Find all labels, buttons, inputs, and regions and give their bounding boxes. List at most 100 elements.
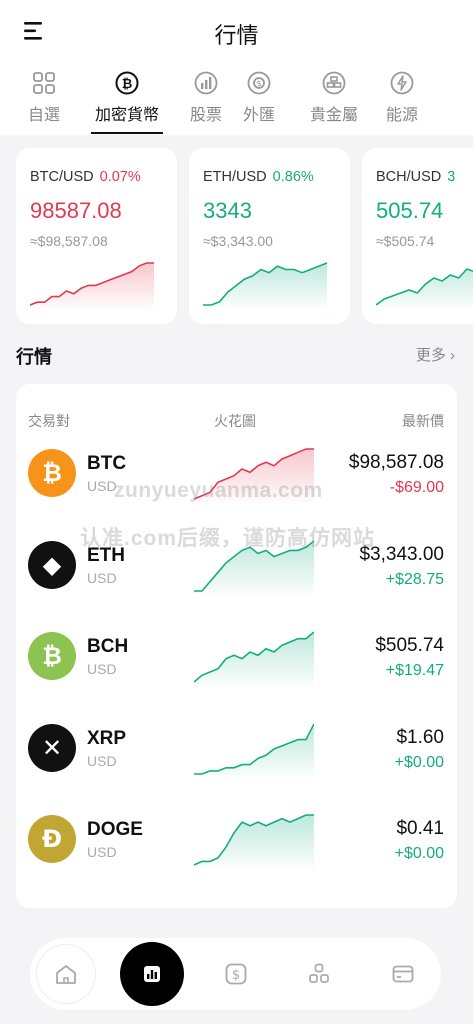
row-sparkline xyxy=(194,814,314,868)
sparkline-area xyxy=(194,723,314,777)
featured-card-btc[interactable]: BTC/USD 0.07% 98587.08 ≈$98,587.08 xyxy=(16,148,177,324)
tab-energy[interactable]: 能源 xyxy=(385,66,419,134)
latest-price: $1.60 xyxy=(396,726,444,748)
doge-logo-icon: Ð xyxy=(28,815,76,863)
svg-text:₿: ₿ xyxy=(122,77,133,92)
tab-label: 加密貨幣 xyxy=(95,107,160,124)
header-sparkline: 火花圖 xyxy=(214,413,256,429)
price-change: +$19.47 xyxy=(385,662,444,679)
tab-label: 能源 xyxy=(385,107,418,124)
card-change: 3 xyxy=(447,169,456,185)
asset-icon xyxy=(309,963,329,983)
stock-chart-icon xyxy=(194,71,218,95)
card-price: 98587.08 xyxy=(30,198,122,223)
page-title: 行情 xyxy=(214,23,259,48)
price-change: +$0.00 xyxy=(394,753,444,771)
row-sparkline xyxy=(194,539,314,594)
price-change: +$28.75 xyxy=(385,570,444,588)
svg-text:Ð: Ð xyxy=(42,825,62,853)
eth-logo-icon: ◆ xyxy=(28,540,76,589)
svg-text:◆: ◆ xyxy=(43,551,62,579)
card-pair: ETH/USD 0.86% xyxy=(203,169,314,185)
sparkline-area xyxy=(194,449,314,502)
energy-icon xyxy=(390,71,414,95)
price-change: +$0.00 xyxy=(394,845,444,862)
top-bar: 行情 自選 ₿ 加密貨幣 股票 $ 外匯 貴金屬 能源 xyxy=(0,0,473,135)
svg-text:$: $ xyxy=(256,79,261,88)
latest-price: $3,343.00 xyxy=(359,543,444,565)
market-row[interactable]: ◆ ETH USD $3,343.00 +$28.75 xyxy=(16,530,457,600)
xrp-logo-icon: ✕ xyxy=(28,723,76,772)
header-pair: 交易對 xyxy=(28,413,70,429)
tab-label: 股票 xyxy=(189,107,222,124)
exchange-icon: $ xyxy=(247,71,271,95)
market-row[interactable]: ₿ BCH USD $505.74 +$19.47 xyxy=(16,621,457,691)
svg-text:✕: ✕ xyxy=(42,734,62,762)
header-latest-price: 最新價 xyxy=(402,413,444,429)
card-approx-price: ≈$505.74 xyxy=(376,233,435,249)
home-icon xyxy=(56,965,76,984)
featured-card-eth[interactable]: ETH/USD 0.86% 3343 ≈$3,343.00 xyxy=(189,148,350,324)
nav-trade[interactable]: $ xyxy=(206,944,266,1004)
wallet-card-icon xyxy=(392,965,414,983)
quote-currency: USD xyxy=(87,569,117,586)
nav-home[interactable] xyxy=(36,944,96,1004)
coin-symbol: ETH xyxy=(87,544,125,566)
card-price: 3343 xyxy=(203,198,252,223)
bitcoin-icon: ₿ xyxy=(115,71,139,95)
card-approx-price: ≈$3,343.00 xyxy=(203,233,273,249)
market-chart-icon xyxy=(144,966,160,982)
nav-market[interactable] xyxy=(120,942,184,1006)
featured-card-bch[interactable]: BCH/USD 3 505.74 ≈$505.74 xyxy=(362,148,473,324)
row-sparkline xyxy=(194,448,314,502)
market-list: 交易對 火花圖 最新價 ₿ BTC USD $98,587.08 -$69.00 ◆ ETH… xyxy=(16,384,457,908)
bottom-nav: $ xyxy=(30,938,441,1010)
tab-label: 外匯 xyxy=(242,107,275,124)
coin-symbol: BTC xyxy=(87,453,127,474)
row-sparkline xyxy=(194,631,314,685)
gold-icon xyxy=(322,71,346,95)
coin-symbol: BCH xyxy=(87,636,129,657)
coin-symbol: DOGE xyxy=(87,819,143,840)
latest-price: $505.74 xyxy=(375,635,444,656)
card-pair: BCH/USD 3 xyxy=(376,169,456,185)
section-title: 行情 xyxy=(16,347,52,367)
tab-precious-metals[interactable]: 貴金屬 xyxy=(310,66,358,134)
coin-symbol: XRP xyxy=(87,727,127,749)
nav-wallet[interactable] xyxy=(373,944,433,1004)
featured-cards: BTC/USD 0.07% 98587.08 ≈$98,587.08 ETH/US… xyxy=(16,148,473,324)
category-tabs: 自選 ₿ 加密貨幣 股票 $ 外匯 貴金屬 能源 xyxy=(0,66,473,134)
tab-watchlist[interactable]: 自選 xyxy=(27,66,61,134)
svg-text:₿: ₿ xyxy=(42,459,62,487)
card-change: 0.07% xyxy=(99,169,141,185)
more-link[interactable]: 更多 › xyxy=(416,344,455,365)
latest-price: $98,587.08 xyxy=(348,452,444,473)
market-row[interactable]: ✕ XRP USD $1.60 +$0.00 xyxy=(16,713,457,783)
card-pair: BTC/USD 0.07% xyxy=(30,169,141,185)
btc-logo-icon: ₿ xyxy=(28,449,76,497)
chevron-right-icon: › xyxy=(445,347,455,364)
svg-text:₿: ₿ xyxy=(42,642,62,670)
quote-currency: USD xyxy=(87,661,117,677)
nav-assets[interactable] xyxy=(289,944,349,1004)
dollar-icon: $ xyxy=(225,963,247,985)
price-change: -$69.00 xyxy=(389,479,444,496)
quote-currency: USD xyxy=(87,844,117,860)
tab-crypto[interactable]: ₿ 加密貨幣 xyxy=(91,66,163,134)
latest-price: $0.41 xyxy=(396,818,444,839)
tab-stocks[interactable]: 股票 xyxy=(189,66,223,134)
market-row[interactable]: ₿ BTC USD $98,587.08 -$69.00 xyxy=(16,438,457,508)
tab-forex[interactable]: $ 外匯 xyxy=(242,66,276,134)
card-approx-price: ≈$98,587.08 xyxy=(30,233,108,249)
quote-currency: USD xyxy=(87,752,117,769)
quote-currency: USD xyxy=(87,478,117,494)
svg-text:$: $ xyxy=(232,968,240,983)
grid-icon xyxy=(33,72,55,94)
card-sparkline xyxy=(30,262,154,308)
bch-logo-icon: ₿ xyxy=(28,632,76,680)
sparkline-area xyxy=(194,540,314,594)
tab-label: 自選 xyxy=(27,107,60,124)
card-sparkline xyxy=(376,268,473,308)
card-price: 505.74 xyxy=(376,198,444,223)
market-row[interactable]: Ð DOGE USD $0.41 +$0.00 xyxy=(16,804,457,874)
